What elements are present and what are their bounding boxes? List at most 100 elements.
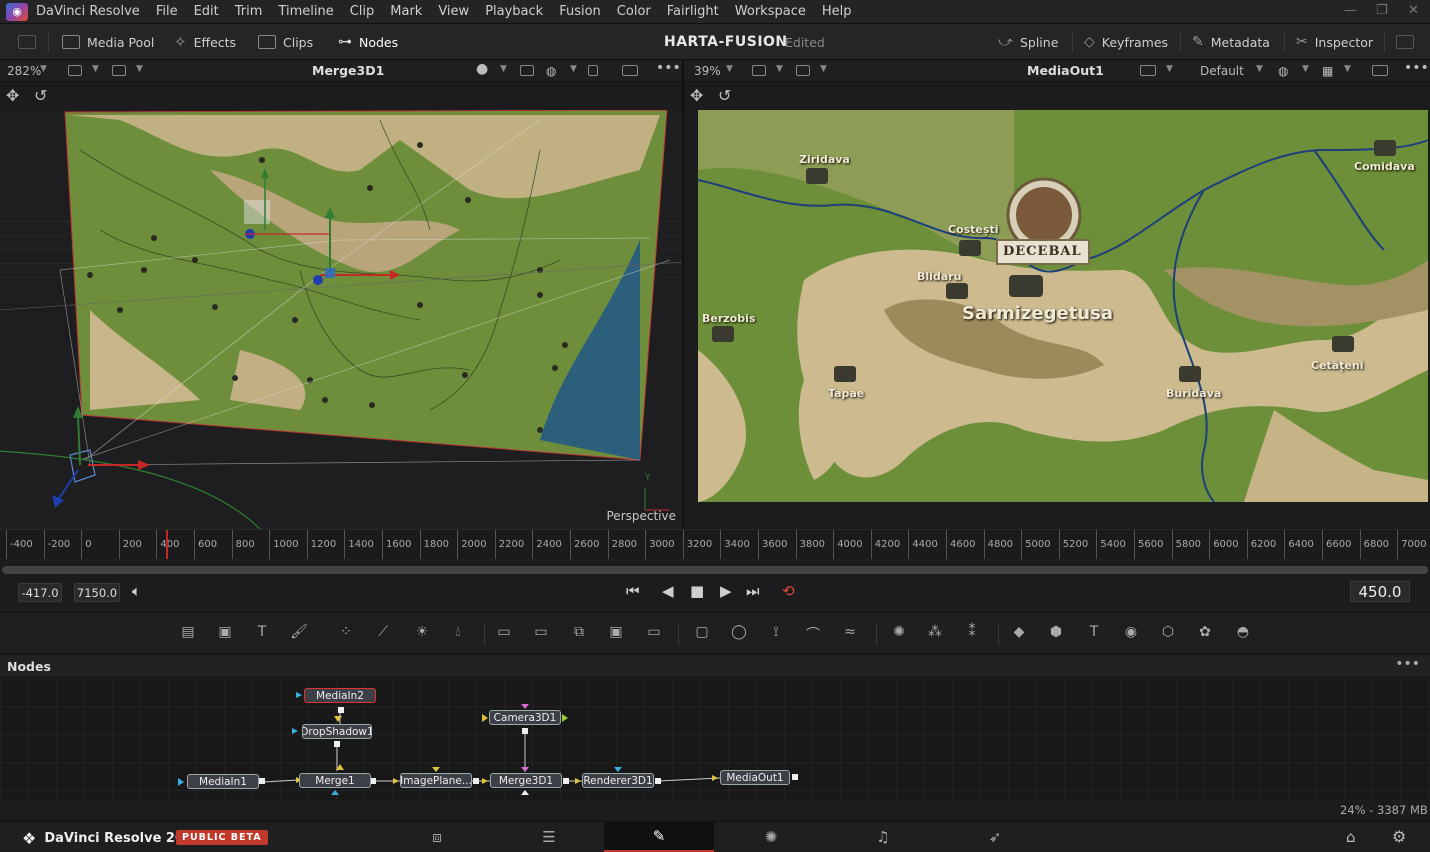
node-mediain1[interactable]: MediaIn1	[187, 774, 259, 789]
chevron-down-icon[interactable]: ▼	[1166, 64, 1173, 74]
menu-help[interactable]: Help	[814, 4, 860, 19]
menu-timeline[interactable]: Timeline	[270, 4, 341, 19]
renderer3d-icon[interactable]: ✿	[1195, 624, 1215, 642]
roi-icon[interactable]	[520, 65, 534, 76]
right-layout-icon[interactable]	[796, 65, 810, 76]
brightness-tool-icon[interactable]: ☀︎	[412, 624, 432, 642]
speaker-icon[interactable]: 🔈︎	[132, 582, 141, 600]
particles-tool-icon[interactable]: ⁘	[336, 624, 356, 642]
playhead[interactable]	[166, 530, 168, 559]
right-channel-icon[interactable]	[752, 65, 766, 76]
menu-view[interactable]: View	[430, 4, 477, 19]
imageplane3d-icon[interactable]: ⬡	[1158, 624, 1178, 642]
current-frame-field[interactable]: 450.0	[1350, 581, 1410, 602]
stop-icon[interactable]: ■	[690, 582, 704, 600]
reset-icon[interactable]: ↺	[34, 86, 47, 105]
transform-tool-icon[interactable]: ▭	[644, 624, 664, 642]
checker-icon[interactable]	[588, 65, 598, 76]
lut-icon[interactable]: ◍	[546, 64, 556, 78]
minimize-icon[interactable]: —	[1344, 3, 1357, 18]
paint-tool-icon[interactable]: 🖌︎	[289, 624, 309, 642]
clips-button[interactable]: Clips	[258, 32, 313, 52]
bspline-mask-icon[interactable]: ⌒	[803, 624, 823, 643]
left-layout-icon[interactable]	[112, 65, 126, 76]
merge-tool-icon[interactable]: ⧉	[569, 624, 589, 642]
right-lut-icon[interactable]: ◍	[1278, 64, 1288, 78]
loader-tool-icon[interactable]: ▣	[215, 624, 235, 642]
page-fairlight-icon[interactable]: ♫	[828, 822, 938, 852]
play-reverse-icon[interactable]: ◀︎	[662, 582, 674, 600]
go-to-end-icon[interactable]: ⏭︎	[746, 582, 760, 600]
background-tool-icon[interactable]: ▤	[178, 624, 198, 642]
page-cut-icon[interactable]: ⧈	[382, 822, 492, 852]
menu-workspace[interactable]: Workspace	[727, 4, 814, 19]
chevron-down-icon[interactable]: ▼	[820, 64, 827, 74]
nodes-button[interactable]: ⊶ Nodes	[338, 32, 398, 52]
timeline-scrollbar[interactable]	[2, 566, 1428, 574]
left-channel-icon[interactable]	[68, 65, 82, 76]
matte-tool-icon[interactable]: ▭	[531, 624, 551, 642]
go-to-start-icon[interactable]: ⏮︎	[626, 582, 640, 600]
curves-tool-icon[interactable]: ⟋	[373, 624, 393, 642]
page-deliver-icon[interactable]: ➶	[940, 822, 1050, 852]
loop-icon[interactable]: ⟲	[782, 582, 795, 600]
keyframes-button[interactable]: ◇ Keyframes	[1084, 32, 1168, 52]
close-icon[interactable]: ✕	[1408, 3, 1419, 18]
more-options-icon[interactable]: •••	[1395, 656, 1420, 672]
menu-playback[interactable]: Playback	[477, 4, 551, 19]
fullscreen-button[interactable]	[1396, 32, 1414, 52]
play-icon[interactable]: ▶︎	[720, 582, 732, 600]
particle-render-icon[interactable]: ⁂	[925, 624, 945, 642]
move-icon[interactable]: ✥	[690, 86, 703, 105]
settings-gear-icon[interactable]: ⚙	[1392, 827, 1406, 846]
node-renderer3d1[interactable]: Renderer3D1	[582, 773, 654, 788]
particle-style-icon[interactable]: ⁑	[962, 624, 982, 642]
left-3d-viewer[interactable]: Y Perspective	[0, 110, 682, 529]
blur-tool-icon[interactable]: ▭	[494, 624, 514, 642]
node-camera3d1[interactable]: Camera3D1	[489, 710, 561, 725]
restore-icon[interactable]: ❐	[1376, 3, 1388, 18]
page-color-icon[interactable]: ✺	[716, 822, 826, 852]
chevron-down-icon[interactable]: ▼	[776, 64, 783, 74]
right-zoom-dropdown[interactable]: 39%	[694, 64, 721, 78]
menu-file[interactable]: File	[148, 4, 186, 19]
left-zoom-dropdown[interactable]: 282%	[7, 64, 41, 78]
shape3d-icon[interactable]: ◆	[1009, 624, 1029, 642]
lut-dropdown[interactable]: Default	[1200, 64, 1244, 78]
chevron-down-icon[interactable]: ▼	[136, 64, 143, 74]
chevron-down-icon[interactable]: ▼	[726, 64, 733, 74]
page-fusion-icon[interactable]: ✎	[604, 822, 714, 852]
menu-trim[interactable]: Trim	[227, 4, 271, 19]
viewer-layout-icon[interactable]	[622, 65, 638, 76]
more-options-icon[interactable]: •••	[1404, 60, 1429, 76]
node-imageplane[interactable]: ImagePlane...	[400, 773, 472, 788]
node-graph[interactable]: MediaIn2 DropShadow1 Camera3D1 MediaIn1 …	[0, 678, 1430, 800]
particle-emitter-icon[interactable]: ✺	[889, 624, 909, 642]
panel-toggle-button[interactable]	[18, 32, 36, 52]
chevron-down-icon[interactable]: ▼	[1344, 64, 1351, 74]
inspector-button[interactable]: ✂ Inspector	[1296, 32, 1373, 52]
render-end-field[interactable]: 7150.0	[74, 583, 120, 602]
media-pool-button[interactable]: Media Pool	[62, 32, 154, 52]
text3d-icon[interactable]: T	[1084, 624, 1104, 642]
polygon-mask-icon[interactable]: ⟟	[766, 624, 786, 642]
color-corrector-icon[interactable]: 💧︎	[448, 624, 468, 642]
warp-tool-icon[interactable]: ≈	[840, 624, 860, 642]
node-mediaout1[interactable]: MediaOut1	[720, 770, 790, 785]
color-circle-icon[interactable]: ●	[476, 61, 488, 77]
menu-fairlight[interactable]: Fairlight	[659, 4, 727, 19]
chevron-down-icon[interactable]: ▼	[500, 64, 507, 74]
spline-button[interactable]: ⤻ Spline	[998, 32, 1058, 52]
menu-clip[interactable]: Clip	[342, 4, 383, 19]
light-icon[interactable]: ◓	[1233, 624, 1253, 642]
chevron-down-icon[interactable]: ▼	[1302, 64, 1309, 74]
node-merge1[interactable]: Merge1	[299, 773, 371, 788]
menu-fusion[interactable]: Fusion	[551, 4, 609, 19]
chevron-down-icon[interactable]: ▼	[40, 64, 47, 74]
node-merge3d1[interactable]: Merge3D1	[490, 773, 562, 788]
node-dropshadow1[interactable]: DropShadow1	[302, 724, 372, 739]
effects-button[interactable]: ✧ Effects	[174, 32, 236, 52]
menu-edit[interactable]: Edit	[186, 4, 227, 19]
render-start-field[interactable]: -417.0	[18, 583, 62, 602]
time-ruler[interactable]: -400 -200 0 200 400 600 800 1000 1200 1400 1600 180…	[0, 529, 1430, 559]
